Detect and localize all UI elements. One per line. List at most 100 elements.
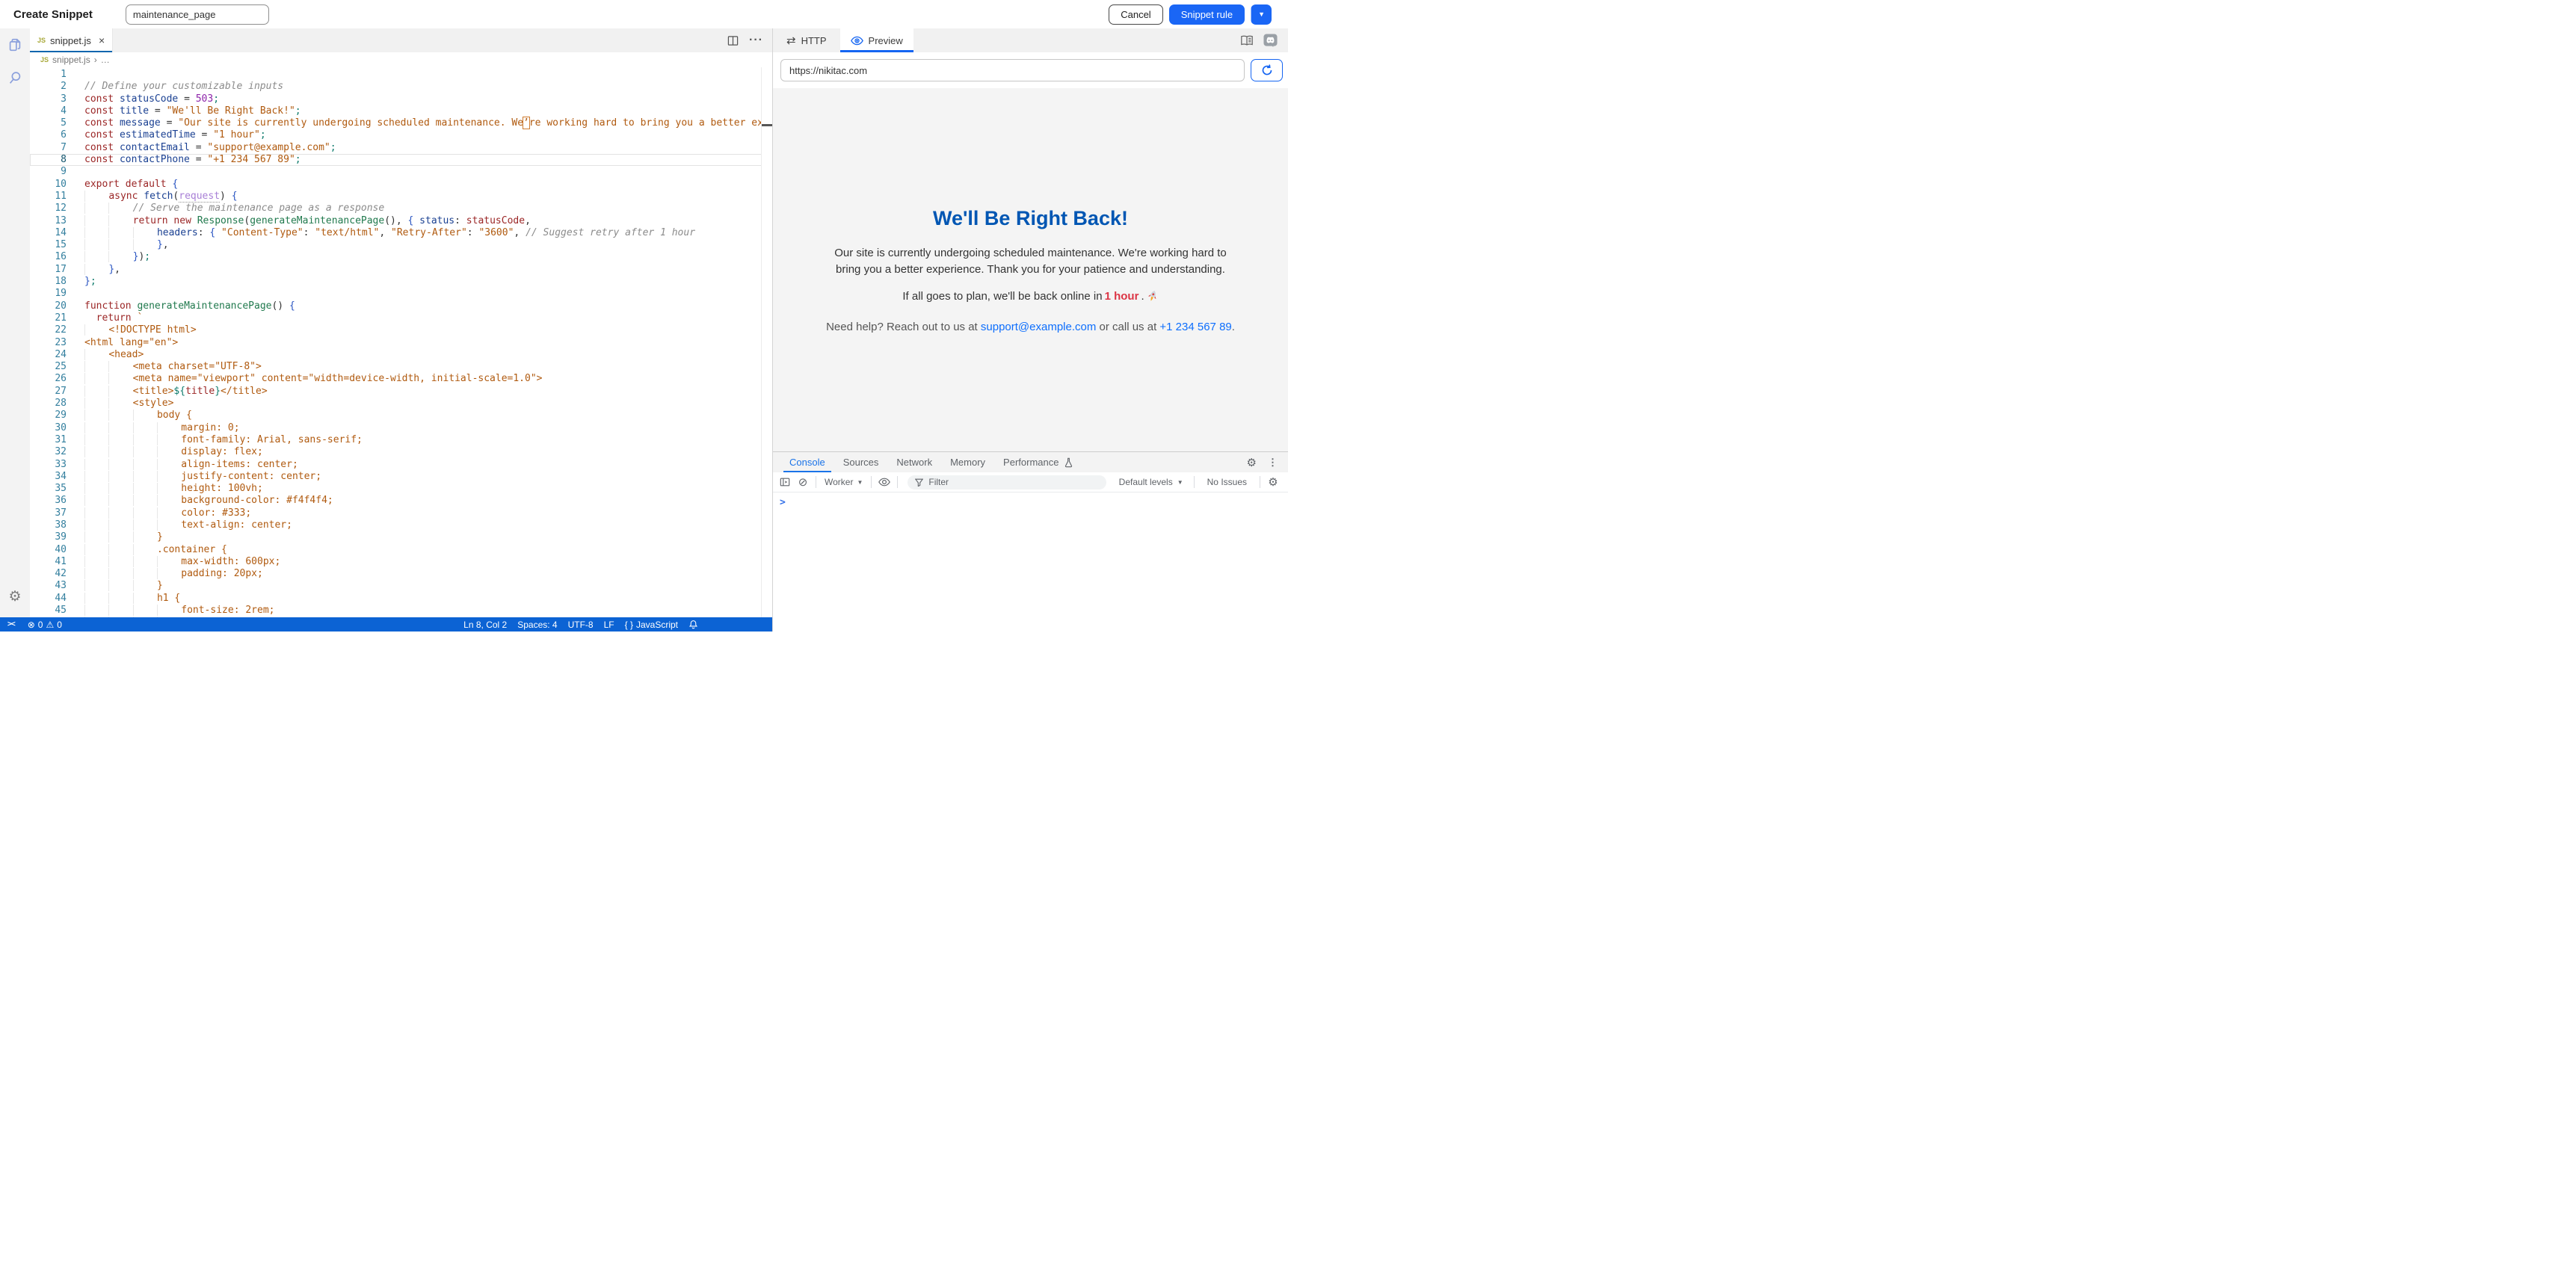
code-line[interactable]: 19: [30, 288, 772, 300]
indentation-status[interactable]: Spaces: 4: [512, 620, 562, 630]
encoding-status[interactable]: UTF-8: [563, 620, 599, 630]
code-line[interactable]: 15 },: [30, 239, 772, 251]
code-line[interactable]: 29 body {: [30, 410, 772, 421]
live-expression-eye-icon[interactable]: [875, 478, 893, 487]
devtools-tab-performance[interactable]: Performance: [1002, 452, 1060, 472]
code-line[interactable]: 17 },: [30, 264, 772, 276]
notifications-bell-icon[interactable]: [683, 620, 703, 629]
line-number: 43: [30, 580, 84, 592]
close-tab-icon[interactable]: ×: [99, 34, 105, 46]
code-line[interactable]: 8const contactPhone = "+1 234 567 89";: [30, 154, 772, 166]
clear-console-icon[interactable]: ⊘: [794, 475, 812, 489]
code-line[interactable]: 14 headers: { "Content-Type": "text/html…: [30, 227, 772, 239]
settings-gear-icon[interactable]: ⚙: [0, 580, 30, 613]
code-line[interactable]: 21 return `: [30, 312, 772, 324]
console-settings-gear-icon[interactable]: ⚙: [1264, 475, 1282, 489]
tab-snippet-js[interactable]: JS snippet.js ×: [30, 28, 113, 52]
devtools-kebab-menu-icon[interactable]: ⋮: [1268, 457, 1278, 469]
discord-icon[interactable]: [1263, 34, 1278, 48]
code-line[interactable]: 43 }: [30, 580, 772, 592]
refresh-button[interactable]: [1251, 59, 1283, 81]
cursor-position[interactable]: Ln 8, Col 2: [458, 620, 512, 630]
code-line[interactable]: 28 <style>: [30, 398, 772, 410]
devtools-tab-sources[interactable]: Sources: [842, 452, 881, 472]
devtools-tab-console[interactable]: Console: [788, 452, 827, 472]
code-line[interactable]: 7const contactEmail = "support@example.c…: [30, 142, 772, 154]
code-line[interactable]: 18};: [30, 276, 772, 288]
log-levels-dropdown[interactable]: Default levels ▼: [1112, 477, 1190, 487]
code-line[interactable]: 10export default {: [30, 179, 772, 191]
code-line[interactable]: 1: [30, 69, 772, 81]
console-filter-input[interactable]: Filter: [908, 475, 1106, 490]
toolbar-divider: [1194, 476, 1195, 488]
language-status[interactable]: { } JavaScript: [620, 620, 683, 630]
code-line[interactable]: 44 h1 {: [30, 593, 772, 605]
files-icon[interactable]: [0, 28, 30, 61]
code-line[interactable]: 2// Define your customizable inputs: [30, 81, 772, 93]
cancel-button[interactable]: Cancel: [1109, 4, 1162, 25]
code-line[interactable]: 31 font-family: Arial, sans-serif;: [30, 434, 772, 446]
code-line[interactable]: 5const message = "Our site is currently …: [30, 117, 772, 129]
line-number: 32: [30, 446, 84, 458]
minimap[interactable]: [761, 67, 772, 617]
breadcrumb-file[interactable]: snippet.js: [52, 55, 90, 65]
context-selector[interactable]: Worker ▼: [820, 477, 867, 487]
eol-status[interactable]: LF: [599, 620, 620, 630]
code-line[interactable]: 25 <meta charset="UTF-8">: [30, 361, 772, 373]
code-editor[interactable]: 12// Define your customizable inputs3con…: [30, 67, 772, 617]
code-line[interactable]: 39 }: [30, 531, 772, 543]
code-line[interactable]: 38 text-align: center;: [30, 519, 772, 531]
search-icon[interactable]: [0, 61, 30, 94]
docs-book-icon[interactable]: [1240, 35, 1254, 46]
code-line[interactable]: 9: [30, 166, 772, 178]
code-line[interactable]: 30 margin: 0;: [30, 422, 772, 434]
code-line[interactable]: 32 display: flex;: [30, 446, 772, 458]
console-sidebar-toggle-icon[interactable]: [776, 477, 794, 487]
code-line[interactable]: 36 background-color: #f4f4f4;: [30, 495, 772, 507]
phone-link[interactable]: +1 234 567 89: [1159, 321, 1231, 333]
code-line[interactable]: 4const title = "We'll Be Right Back!";: [30, 105, 772, 117]
more-actions-icon[interactable]: ···: [749, 34, 763, 47]
snippet-name-input[interactable]: [126, 4, 269, 25]
code-line[interactable]: 11 async fetch(request) {: [30, 191, 772, 203]
code-line[interactable]: 13 return new Response(generateMaintenan…: [30, 215, 772, 227]
line-number: 8: [30, 154, 84, 166]
remote-indicator-icon[interactable]: ><: [0, 617, 22, 632]
code-line[interactable]: 12 // Serve the maintenance page as a re…: [30, 203, 772, 214]
console-output[interactable]: >: [773, 492, 1288, 632]
issues-counter[interactable]: No Issues: [1198, 477, 1256, 487]
code-line[interactable]: 24 <head>: [30, 349, 772, 361]
code-line[interactable]: 3const statusCode = 503;: [30, 93, 772, 105]
code-line[interactable]: 20function generateMaintenancePage() {: [30, 300, 772, 312]
code-line[interactable]: 23<html lang="en">: [30, 337, 772, 349]
split-editor-icon[interactable]: [727, 35, 739, 46]
devtools-tab-bar: Console Sources Network Memory Performan…: [773, 452, 1288, 473]
devtools-tab-network[interactable]: Network: [895, 452, 934, 472]
console-prompt-chevron[interactable]: >: [780, 497, 1288, 508]
code-line[interactable]: 22 <!DOCTYPE html>: [30, 324, 772, 336]
problems-status[interactable]: ⊗ 0 ⚠ 0: [22, 617, 67, 632]
code-line[interactable]: 42 padding: 20px;: [30, 568, 772, 580]
code-line[interactable]: 35 height: 100vh;: [30, 483, 772, 495]
code-line[interactable]: 26 <meta name="viewport" content="width=…: [30, 373, 772, 385]
url-input[interactable]: [780, 59, 1245, 81]
code-line[interactable]: 33 align-items: center;: [30, 459, 772, 471]
line-number: 37: [30, 507, 84, 519]
code-line[interactable]: 6const estimatedTime = "1 hour";: [30, 129, 772, 141]
code-line[interactable]: 34 justify-content: center;: [30, 471, 772, 483]
breadcrumb-more[interactable]: …: [101, 55, 110, 65]
devtools-settings-gear-icon[interactable]: ⚙: [1247, 456, 1257, 469]
code-line[interactable]: 27 <title>${title}</title>: [30, 386, 772, 398]
code-line[interactable]: 16 });: [30, 251, 772, 263]
code-line[interactable]: 40 .container {: [30, 544, 772, 556]
tab-preview[interactable]: Preview: [840, 28, 913, 52]
code-line[interactable]: 37 color: #333;: [30, 507, 772, 519]
snippet-rule-button[interactable]: Snippet rule: [1169, 4, 1245, 25]
breadcrumb[interactable]: JS snippet.js › …: [30, 52, 772, 67]
deploy-dropdown-caret[interactable]: ▼: [1251, 4, 1272, 25]
tab-http[interactable]: ⇄ HTTP: [776, 28, 837, 52]
code-line[interactable]: 41 max-width: 600px;: [30, 556, 772, 568]
devtools-tab-memory[interactable]: Memory: [949, 452, 987, 472]
code-line[interactable]: 45 font-size: 2rem;: [30, 605, 772, 617]
support-email-link[interactable]: support@example.com: [981, 321, 1096, 333]
